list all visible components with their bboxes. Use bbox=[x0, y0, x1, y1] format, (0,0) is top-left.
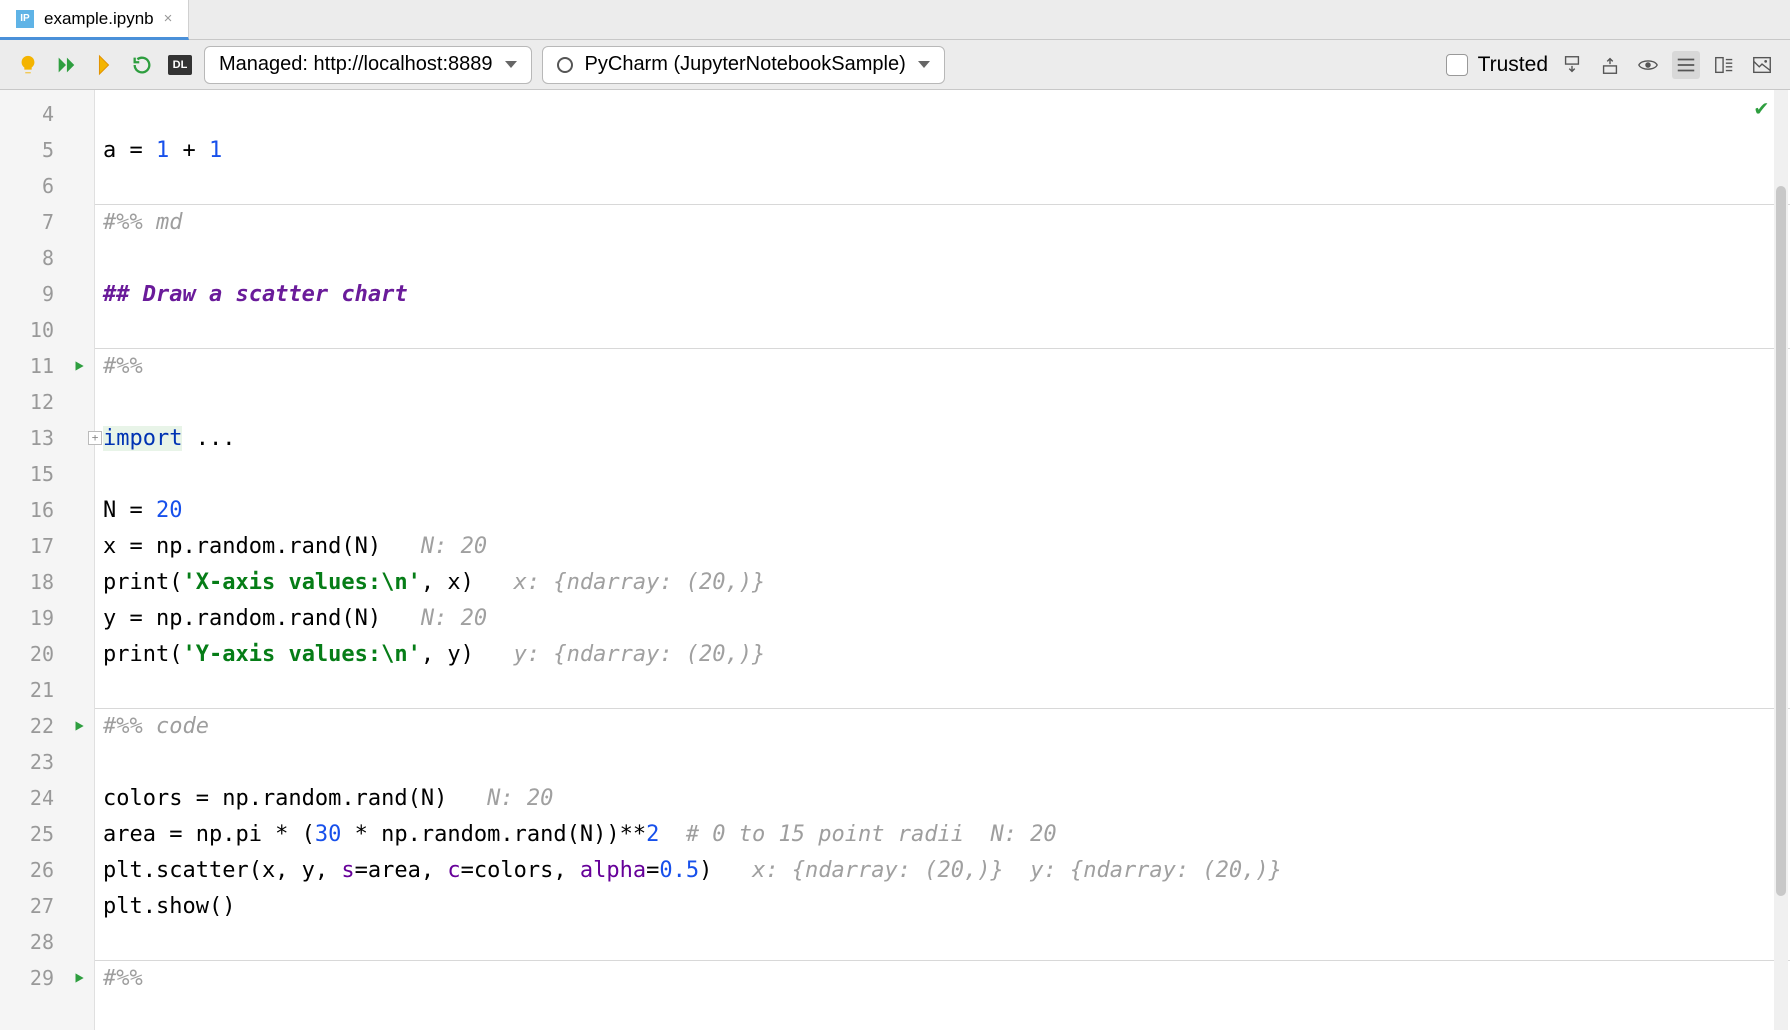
soft-wrap-icon[interactable] bbox=[1672, 51, 1700, 79]
code-line[interactable]: #%% code bbox=[95, 708, 1790, 744]
editor-area: 45678910111213+1516171819202122232425262… bbox=[0, 90, 1790, 1030]
close-icon[interactable]: × bbox=[164, 10, 173, 27]
code-line[interactable] bbox=[95, 744, 1790, 780]
code-line[interactable]: #%% md bbox=[95, 204, 1790, 240]
line-number: 6 bbox=[0, 168, 94, 204]
line-number: 17 bbox=[0, 528, 94, 564]
code-line[interactable]: area = np.pi * (30 * np.random.rand(N))*… bbox=[95, 816, 1790, 852]
line-number: 27 bbox=[0, 888, 94, 924]
line-number: 24 bbox=[0, 780, 94, 816]
select-cell-above-icon[interactable] bbox=[1596, 51, 1624, 79]
split-view-icon[interactable] bbox=[1710, 51, 1738, 79]
line-number: 11 bbox=[0, 348, 94, 384]
line-number: 22 bbox=[0, 708, 94, 744]
run-cell-icon[interactable] bbox=[72, 714, 86, 738]
kernel-dropdown-label: PyCharm (JupyterNotebookSample) bbox=[585, 53, 906, 76]
trusted-label: Trusted bbox=[1478, 53, 1548, 77]
code-line[interactable]: #%% bbox=[95, 960, 1790, 996]
line-number: 4 bbox=[0, 96, 94, 132]
code-editor[interactable]: ✔ a = 1 + 1 #%% md ## Draw a scatter chart… bbox=[95, 90, 1790, 1030]
intention-bulb-icon[interactable] bbox=[14, 51, 42, 79]
code-line[interactable]: plt.scatter(x, y, s=area, c=colors, alph… bbox=[95, 852, 1790, 888]
preview-icon[interactable] bbox=[1748, 51, 1776, 79]
code-line[interactable]: print('Y-axis values:\n', y) y: {ndarray… bbox=[95, 636, 1790, 672]
inspection-ok-icon[interactable]: ✔ bbox=[1755, 96, 1768, 121]
kernel-status-icon bbox=[557, 57, 573, 73]
line-number: 15 bbox=[0, 456, 94, 492]
line-number: 29 bbox=[0, 960, 94, 996]
line-number: 5 bbox=[0, 132, 94, 168]
scroll-thumb[interactable] bbox=[1776, 186, 1786, 896]
vertical-scrollbar[interactable] bbox=[1774, 90, 1788, 1030]
code-line[interactable]: N = 20 bbox=[95, 492, 1790, 528]
select-cell-below-icon[interactable] bbox=[1558, 51, 1586, 79]
trusted-checkbox[interactable] bbox=[1446, 54, 1468, 76]
toolbar: DL Managed: http://localhost:8889 PyChar… bbox=[0, 40, 1790, 90]
code-line[interactable] bbox=[95, 384, 1790, 420]
line-number: 28 bbox=[0, 924, 94, 960]
line-number: 8 bbox=[0, 240, 94, 276]
interrupt-icon[interactable] bbox=[90, 51, 118, 79]
server-dropdown-label: Managed: http://localhost:8889 bbox=[219, 53, 493, 76]
code-line[interactable] bbox=[95, 456, 1790, 492]
line-number: 18 bbox=[0, 564, 94, 600]
code-line[interactable]: import ... bbox=[95, 420, 1790, 456]
kernel-dropdown[interactable]: PyCharm (JupyterNotebookSample) bbox=[542, 46, 945, 84]
code-line[interactable] bbox=[95, 168, 1790, 204]
file-tab[interactable]: IP example.ipynb × bbox=[0, 0, 189, 40]
code-line[interactable]: print('X-axis values:\n', x) x: {ndarray… bbox=[95, 564, 1790, 600]
line-number: 19 bbox=[0, 600, 94, 636]
jupyter-file-icon: IP bbox=[16, 10, 34, 28]
run-cell-icon[interactable] bbox=[72, 966, 86, 990]
line-number: 7 bbox=[0, 204, 94, 240]
code-line[interactable]: x = np.random.rand(N) N: 20 bbox=[95, 528, 1790, 564]
line-number: 16 bbox=[0, 492, 94, 528]
chevron-down-icon bbox=[505, 61, 517, 68]
code-line[interactable] bbox=[95, 312, 1790, 348]
code-line[interactable]: y = np.random.rand(N) N: 20 bbox=[95, 600, 1790, 636]
code-line[interactable]: a = 1 + 1 bbox=[95, 132, 1790, 168]
line-number: 12 bbox=[0, 384, 94, 420]
run-all-icon[interactable] bbox=[52, 51, 80, 79]
tab-bar: IP example.ipynb × bbox=[0, 0, 1790, 40]
restart-icon[interactable] bbox=[128, 51, 156, 79]
code-line[interactable]: #%% bbox=[95, 348, 1790, 384]
run-cell-icon[interactable] bbox=[72, 354, 86, 378]
datalore-icon[interactable]: DL bbox=[166, 51, 194, 79]
code-line[interactable]: ## Draw a scatter chart bbox=[95, 276, 1790, 312]
code-line[interactable] bbox=[95, 924, 1790, 960]
code-line[interactable] bbox=[95, 240, 1790, 276]
gutter: 45678910111213+1516171819202122232425262… bbox=[0, 90, 95, 1030]
line-number: 21 bbox=[0, 672, 94, 708]
server-dropdown[interactable]: Managed: http://localhost:8889 bbox=[204, 46, 532, 84]
chevron-down-icon bbox=[918, 61, 930, 68]
line-number: 25 bbox=[0, 816, 94, 852]
code-line[interactable] bbox=[95, 96, 1790, 132]
line-number: 13+ bbox=[0, 420, 94, 456]
line-number: 20 bbox=[0, 636, 94, 672]
show-variables-icon[interactable] bbox=[1634, 51, 1662, 79]
line-number: 23 bbox=[0, 744, 94, 780]
code-line[interactable]: colors = np.random.rand(N) N: 20 bbox=[95, 780, 1790, 816]
line-number: 26 bbox=[0, 852, 94, 888]
line-number: 10 bbox=[0, 312, 94, 348]
code-line[interactable]: plt.show() bbox=[95, 888, 1790, 924]
line-number: 9 bbox=[0, 276, 94, 312]
code-line[interactable] bbox=[95, 672, 1790, 708]
file-tab-label: example.ipynb bbox=[44, 9, 154, 29]
